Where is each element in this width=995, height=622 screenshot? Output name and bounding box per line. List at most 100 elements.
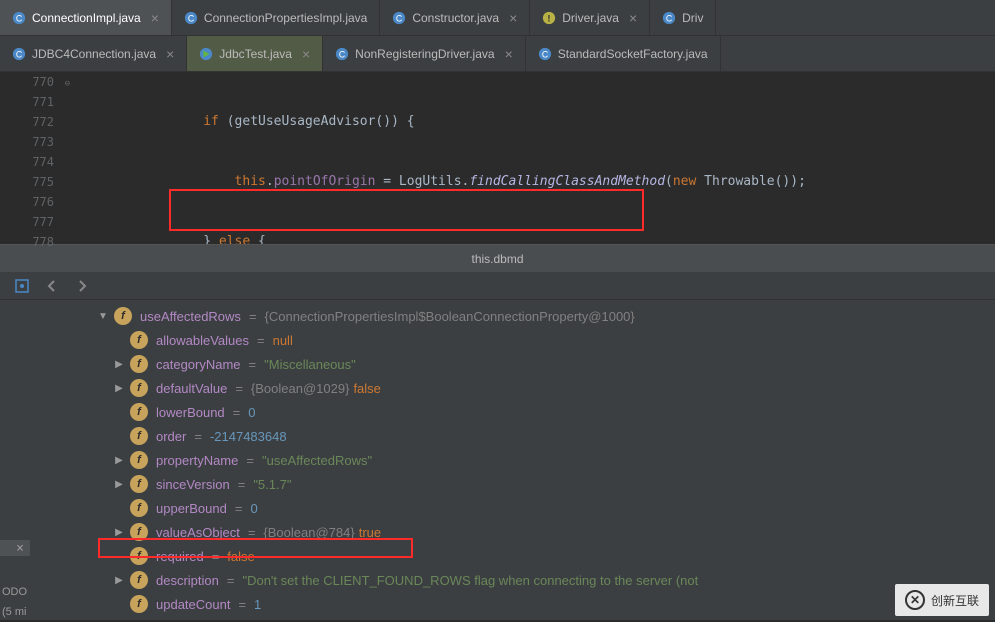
field-badge-icon: f xyxy=(130,331,148,349)
var-name: sinceVersion xyxy=(156,477,230,492)
tab-driver[interactable]: ! Driver.java × xyxy=(530,0,650,35)
status-todo: ODO xyxy=(0,582,40,602)
tab-jdbctest[interactable]: JdbcTest.java × xyxy=(187,36,323,71)
code-editor[interactable]: 770771772773774775776777778⊖ if (getUseU… xyxy=(0,72,995,244)
class-icon: C xyxy=(538,47,552,61)
chevron-right-icon[interactable] xyxy=(112,383,126,394)
var-value: 0 xyxy=(248,405,255,420)
var-row[interactable]: fsinceVersion="5.1.7" xyxy=(40,472,995,496)
svg-text:C: C xyxy=(16,49,22,59)
tab-label: Constructor.java xyxy=(412,11,499,25)
svg-text:C: C xyxy=(339,49,345,59)
var-row[interactable]: forder=-2147483648 xyxy=(40,424,995,448)
var-value: "useAffectedRows" xyxy=(262,453,372,468)
svg-text:C: C xyxy=(16,13,22,23)
var-value: false xyxy=(353,381,380,396)
field-badge-icon: f xyxy=(130,355,148,373)
watermark-text: 创新互联 xyxy=(931,592,979,609)
tab-jdbc4connection[interactable]: C JDBC4Connection.java × xyxy=(0,36,187,71)
expander-spacer xyxy=(112,335,126,346)
warning-icon: ! xyxy=(542,11,556,25)
tab-connectionpropsimpl[interactable]: C ConnectionPropertiesImpl.java xyxy=(172,0,380,35)
close-icon[interactable]: × xyxy=(629,10,637,26)
status-sidebar: ODO (5 mi xyxy=(0,582,40,622)
expander-spacer xyxy=(112,551,126,562)
field-badge-icon: f xyxy=(130,499,148,517)
close-icon[interactable]: × xyxy=(509,10,517,26)
status-time: (5 mi xyxy=(0,602,40,622)
forward-icon[interactable] xyxy=(74,278,90,294)
back-icon[interactable] xyxy=(44,278,60,294)
code-content[interactable]: if (getUseUsageAdvisor()) { this.pointOf… xyxy=(74,72,995,244)
var-value: true xyxy=(359,525,381,540)
var-value: "Don't set the CLIENT_FOUND_ROWS flag wh… xyxy=(242,573,698,588)
expander-spacer xyxy=(112,407,126,418)
var-value: 0 xyxy=(250,501,257,516)
var-value: "Miscellaneous" xyxy=(264,357,356,372)
var-row[interactable]: flowerBound=0 xyxy=(40,400,995,424)
field-badge-icon: f xyxy=(130,451,148,469)
field-badge-icon: f xyxy=(130,547,148,565)
var-value: -2147483648 xyxy=(210,429,287,444)
var-value: "5.1.7" xyxy=(253,477,291,492)
tab-driv-partial[interactable]: C Driv xyxy=(650,0,716,35)
var-name: allowableValues xyxy=(156,333,249,348)
svg-text:!: ! xyxy=(548,13,551,23)
var-name: useAffectedRows xyxy=(140,309,241,324)
class-icon: C xyxy=(12,11,26,25)
var-root[interactable]: f useAffectedRows = {ConnectionPropertie… xyxy=(40,304,995,328)
chevron-right-icon[interactable] xyxy=(112,479,126,490)
var-name: description xyxy=(156,573,219,588)
close-icon[interactable]: × xyxy=(505,46,513,62)
debug-config-icon[interactable] xyxy=(14,278,30,294)
chevron-right-icon[interactable] xyxy=(112,359,126,370)
var-row[interactable]: fupdateCount=1 xyxy=(40,592,995,616)
var-row[interactable]: fdescription="Don't set the CLIENT_FOUND… xyxy=(40,568,995,592)
tab-label: NonRegisteringDriver.java xyxy=(355,47,494,61)
var-row[interactable]: fvalueAsObject={Boolean@784} true xyxy=(40,520,995,544)
tooltip-text: this.dbmd xyxy=(471,252,523,266)
chevron-down-icon[interactable] xyxy=(96,311,110,322)
chevron-right-icon[interactable] xyxy=(112,527,126,538)
class-icon: C xyxy=(392,11,406,25)
close-icon[interactable]: × xyxy=(302,46,310,62)
editor-tabs-row-2: C JDBC4Connection.java × JdbcTest.java ×… xyxy=(0,36,995,72)
var-row[interactable]: fupperBound=0 xyxy=(40,496,995,520)
class-icon: C xyxy=(184,11,198,25)
field-badge-icon: f xyxy=(130,427,148,445)
svg-text:C: C xyxy=(396,13,402,23)
var-name: upperBound xyxy=(156,501,227,516)
var-name: categoryName xyxy=(156,357,241,372)
class-icon: C xyxy=(12,47,26,61)
chevron-right-icon[interactable] xyxy=(112,575,126,586)
var-row[interactable]: fallowableValues=null xyxy=(40,328,995,352)
var-row[interactable]: fpropertyName="useAffectedRows" xyxy=(40,448,995,472)
close-icon[interactable]: × xyxy=(151,10,159,26)
panel-close[interactable]: × xyxy=(0,540,30,556)
tab-nonregisteringdriver[interactable]: C NonRegisteringDriver.java × xyxy=(323,36,526,71)
class-icon: C xyxy=(335,47,349,61)
tab-constructor[interactable]: C Constructor.java × xyxy=(380,0,530,35)
debug-variables-panel[interactable]: f useAffectedRows = {ConnectionPropertie… xyxy=(0,300,995,620)
close-icon[interactable]: × xyxy=(166,46,174,62)
var-row[interactable]: fdefaultValue={Boolean@1029} false xyxy=(40,376,995,400)
expression-tooltip: this.dbmd xyxy=(0,244,995,272)
watermark: ✕ 创新互联 xyxy=(895,584,989,616)
tab-label: Driver.java xyxy=(562,11,619,25)
editor-tabs-row-1: C ConnectionImpl.java × C ConnectionProp… xyxy=(0,0,995,36)
expander-spacer xyxy=(112,431,126,442)
expander-spacer xyxy=(112,599,126,610)
expander-spacer xyxy=(112,503,126,514)
var-row[interactable]: fcategoryName="Miscellaneous" xyxy=(40,352,995,376)
run-icon xyxy=(199,47,213,61)
var-row[interactable]: frequired=false xyxy=(40,544,995,568)
class-icon: C xyxy=(662,11,676,25)
var-value: {ConnectionPropertiesImpl$BooleanConnect… xyxy=(265,309,635,324)
tab-standardsocketfactory[interactable]: C StandardSocketFactory.java xyxy=(526,36,721,71)
chevron-right-icon[interactable] xyxy=(112,455,126,466)
field-badge-icon: f xyxy=(130,595,148,613)
tab-connectionimpl[interactable]: C ConnectionImpl.java × xyxy=(0,0,172,35)
field-badge-icon: f xyxy=(130,475,148,493)
annotation-highlight-code xyxy=(169,189,644,231)
var-value: false xyxy=(227,549,254,564)
